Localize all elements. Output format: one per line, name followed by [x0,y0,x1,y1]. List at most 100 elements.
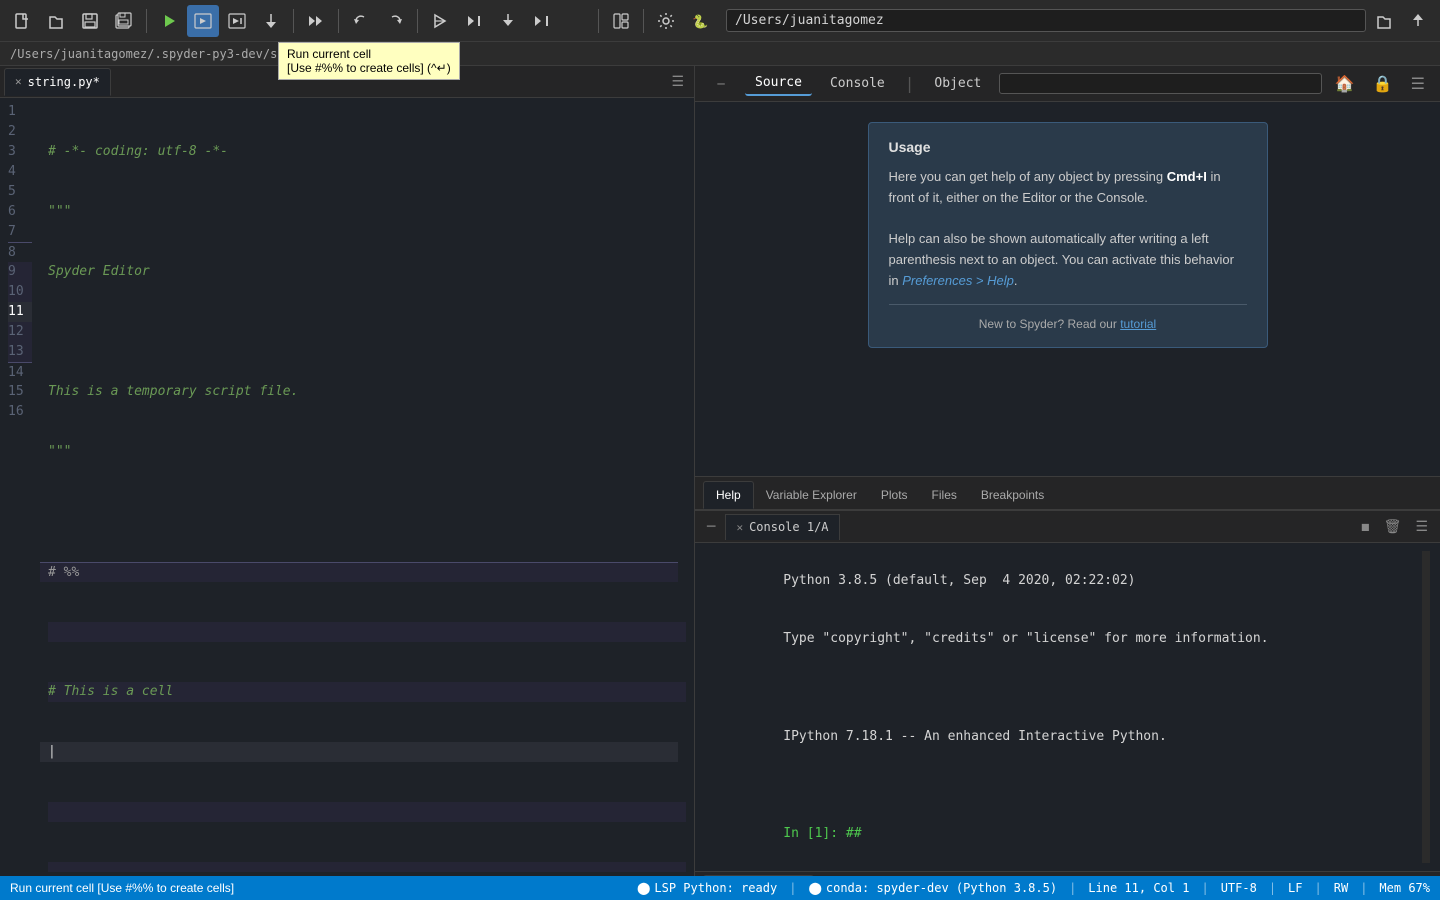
status-memory: Mem 67% [1379,881,1430,895]
continue-button[interactable] [526,5,558,37]
console-text: Python 3.8.5 (default, Sep 4 2020, 02:22… [705,551,1422,863]
status-eol: LF [1288,881,1302,895]
prefs-link[interactable]: Preferences > Help [902,273,1014,288]
status-conda-text: conda: spyder-dev (Python 3.8.5) [826,881,1057,895]
help-content: Usage Here you can get help of any objec… [695,102,1440,476]
ln-6: 6 [8,202,32,222]
tab-sep: | [903,74,917,93]
editor-menu-icon[interactable]: ☰ [671,74,684,90]
code-content[interactable]: # -*- coding: utf-8 -*- """ Spyder Edito… [40,102,694,872]
code-line-9 [48,622,686,642]
help-lock-button[interactable]: 🔒 [1368,72,1398,95]
tab-source[interactable]: Source [745,71,812,96]
main-toolbar: 🐍 /Users/juanitagomez [0,0,1440,42]
go-up-button[interactable] [1402,5,1434,37]
code-line-7 [48,502,686,522]
run-button[interactable] [153,5,185,37]
undo-button[interactable] [345,5,377,37]
status-sep-2: | [1069,881,1076,895]
console-stop-button[interactable]: ◼ [1357,517,1373,537]
help-home-button[interactable]: 🏠 [1330,72,1360,95]
code-line-1: # -*- coding: utf-8 -*- [48,142,686,162]
run-all-button[interactable] [300,5,332,37]
help-section: ─ Source Console | Object 🏠 🔒 ☰ [695,66,1440,511]
step-into-button[interactable] [492,5,524,37]
new-file-button[interactable] [6,5,38,37]
toolbar-sep-3 [338,9,339,33]
line-numbers: 1 2 3 4 5 6 7 8 9 10 11 12 13 14 15 16 [0,102,40,872]
tab-label: string.py* [28,75,100,89]
save-file-button[interactable] [74,5,106,37]
usage-divider [889,304,1247,305]
debug-button[interactable] [424,5,456,37]
editor-tab-string-py[interactable]: ✕ string.py* [4,68,111,96]
code-line-12 [48,802,686,822]
help-menu-button[interactable]: ☰ [1406,72,1430,95]
console-minimize-button[interactable]: ─ [703,517,719,537]
object-input[interactable] [999,73,1321,94]
save-all-button[interactable] [108,5,140,37]
run-cell-advance-button[interactable] [221,5,253,37]
console-scrollbar[interactable] [1422,551,1430,863]
help-minimize-button[interactable]: ─ [705,68,737,100]
status-rw: RW [1334,881,1348,895]
path-input[interactable]: /Users/juanitagomez [726,9,1366,32]
pathbar-text: /Users/juanitagomez/.spyder-py3-dev/stri… [10,47,335,61]
ln-5: 5 [8,182,32,202]
python-button[interactable]: 🐍 [684,5,716,37]
code-line-5: This is a temporary script file. [48,382,686,402]
svg-text:🐍: 🐍 [692,14,708,30]
console-output[interactable]: Python 3.8.5 (default, Sep 4 2020, 02:22… [695,543,1440,871]
usage-text: Here you can get help of any object by p… [889,167,1247,292]
ln-16: 16 [8,402,32,422]
tutorial-link[interactable]: tutorial [1120,317,1156,331]
code-line-4 [48,322,686,342]
console-line-4: IPython 7.18.1 -- An enhanced Interactiv… [783,729,1167,744]
btab-help[interactable]: Help [703,481,754,509]
console-close-icon[interactable]: ✕ [736,521,743,534]
open-file-button[interactable] [40,5,72,37]
step-button[interactable] [458,5,490,37]
ln-7: 7 [8,222,32,242]
status-position: Line 11, Col 1 [1088,881,1189,895]
console-header-right: ◼ 🗑 ☰ [1357,517,1432,537]
ln-2: 2 [8,122,32,142]
usage-title: Usage [889,139,1247,155]
console-line-2: Type "copyright", "credits" or "license"… [783,631,1268,646]
console-trash-button[interactable]: 🗑 [1380,517,1406,537]
status-sep-6: | [1360,881,1367,895]
status-encoding: UTF-8 [1221,881,1257,895]
run-cell-button[interactable] [187,5,219,37]
btab-breakpoints[interactable]: Breakpoints [969,481,1056,509]
path-input-container: /Users/juanitagomez [726,9,1366,32]
tab-console[interactable]: Console [820,72,895,95]
code-line-3: Spyder Editor [48,262,686,282]
console-menu-button[interactable]: ☰ [1411,517,1432,537]
stop-debug-button[interactable] [560,5,592,37]
console-section: ─ ✕ Console 1/A ◼ 🗑 ☰ Python 3.8.5 (defa… [695,511,1440,876]
tab-object[interactable]: Object [924,72,991,95]
pathbar: /Users/juanitagomez/.spyder-py3-dev/stri… [0,42,1440,66]
status-sep-1: | [789,881,796,895]
status-right: ⬤ LSP Python: ready | ⬤ conda: spyder-de… [637,881,1430,895]
layout-button[interactable] [605,5,637,37]
code-line-11: | [40,742,678,762]
btab-files[interactable]: Files [920,481,969,509]
main-area: ✕ string.py* ☰ 1 2 3 4 5 6 7 8 9 10 11 1… [0,66,1440,876]
redo-button[interactable] [379,5,411,37]
tab-close-icon[interactable]: ✕ [15,75,22,88]
run-to-cursor-button[interactable] [255,5,287,37]
ln-1: 1 [8,102,32,122]
btab-variable-explorer[interactable]: Variable Explorer [754,481,869,509]
btab-plots[interactable]: Plots [869,481,920,509]
status-run-message: Run current cell [Use #%% to create cell… [10,881,234,895]
ln-13: 13 [8,342,32,362]
console-prompt: In [1]: ## [783,826,861,841]
browse-button[interactable] [1368,5,1400,37]
toolbar-sep-2 [293,9,294,33]
settings-button[interactable] [650,5,682,37]
console-tab[interactable]: ✕ Console 1/A [725,514,839,540]
ln-4: 4 [8,162,32,182]
code-editor[interactable]: 1 2 3 4 5 6 7 8 9 10 11 12 13 14 15 16 #… [0,98,694,876]
editor-tabs: ✕ string.py* ☰ [0,66,694,98]
